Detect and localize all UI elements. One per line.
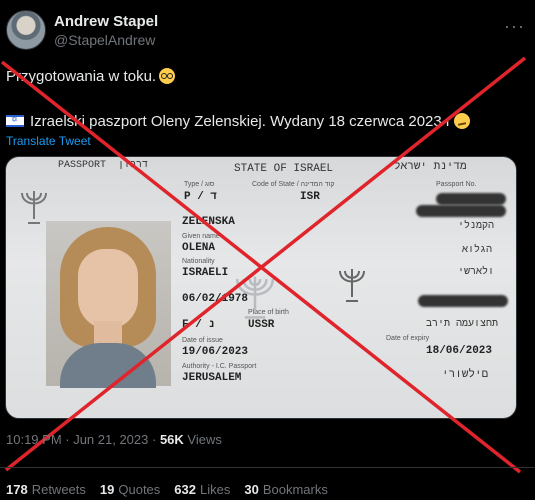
code-value: ISR bbox=[300, 191, 320, 203]
passport-header-hebrew: דרכון bbox=[118, 160, 149, 171]
passport-state-label: STATE OF ISRAEL bbox=[234, 163, 334, 175]
israel-flag-icon bbox=[6, 115, 24, 127]
nerd-face-emoji-icon bbox=[159, 68, 176, 84]
passport-state-hebrew: מדינת ישראל bbox=[394, 161, 467, 173]
type-label: Type / סוג bbox=[184, 181, 215, 188]
redacted-line-2 bbox=[418, 295, 508, 307]
quotes-stat[interactable]: 19 Quotes bbox=[100, 482, 160, 497]
type-value: P / ד bbox=[184, 191, 218, 203]
hebrew-line-2: הגלוא bbox=[462, 245, 493, 256]
tweet-text-line-2: Izraelski paszport Oleny Zelenskiej. Wyd… bbox=[6, 113, 470, 130]
given-name-label: Given name bbox=[182, 233, 220, 240]
code-label: Code of State / קוד המדינה bbox=[252, 181, 335, 188]
more-options-icon[interactable]: ··· bbox=[504, 16, 525, 37]
nationality-label: Nationality bbox=[182, 258, 215, 265]
date-of-issue-value: 19/06/2023 bbox=[182, 346, 249, 358]
given-name-value: OLENA bbox=[182, 242, 216, 254]
tweet-header: Andrew Stapel @StapelAndrew bbox=[6, 8, 158, 52]
authority-value: JERUSALEM bbox=[182, 372, 242, 384]
tweet-meta: 10:19 PM · Jun 21, 2023 · 56K Views bbox=[6, 432, 222, 447]
tweet-image-passport[interactable]: PASSPORT דרכון STATE OF ISRAEL מדינת ישר… bbox=[5, 156, 517, 419]
hebrew-line-1: הקמנלי bbox=[458, 221, 495, 232]
author-names: Andrew Stapel @StapelAndrew bbox=[54, 13, 158, 48]
likes-stat[interactable]: 632 Likes bbox=[174, 482, 230, 497]
authority-label: Authority - I.C. Passport bbox=[182, 363, 257, 370]
tweet-text-1: Przygotowania w toku. bbox=[6, 68, 157, 85]
retweets-stat[interactable]: 178 Retweets bbox=[6, 482, 86, 497]
passport-header-label: PASSPORT bbox=[58, 160, 107, 171]
author-display-name[interactable]: Andrew Stapel bbox=[54, 13, 158, 30]
sex-value: F / נ bbox=[182, 319, 216, 331]
smirk-emoji-icon bbox=[453, 113, 470, 129]
views-count: 56K bbox=[159, 432, 184, 447]
surname-value: ZELENSKA bbox=[182, 216, 235, 228]
hebrew-line-5: םילשורי bbox=[442, 369, 489, 381]
date-of-expiry-value: 18/06/2023 bbox=[426, 345, 493, 357]
author-handle[interactable]: @StapelAndrew bbox=[54, 32, 158, 48]
date-of-expiry-label: Date of expiry bbox=[386, 335, 430, 342]
redacted-line-1 bbox=[416, 205, 506, 217]
hebrew-line-3: ולארשי bbox=[458, 267, 495, 278]
menorah-small-icon bbox=[339, 269, 365, 302]
date-of-issue-label: Date of issue bbox=[182, 337, 223, 344]
views-label: Views bbox=[187, 432, 222, 447]
translate-tweet-link[interactable]: Translate Tweet bbox=[6, 134, 91, 148]
tweet-text-2: Izraelski paszport Oleny Zelenskiej. Wyd… bbox=[30, 113, 451, 130]
avatar[interactable] bbox=[6, 10, 46, 50]
passport-no-label: Passport No. bbox=[436, 181, 477, 188]
menorah-watermark-icon bbox=[235, 276, 275, 319]
tweet-text-line-1: Przygotowania w toku. bbox=[6, 68, 176, 85]
redacted-passport-no bbox=[436, 193, 506, 205]
divider bbox=[0, 467, 535, 468]
passport-photo bbox=[46, 221, 171, 388]
bookmarks-stat[interactable]: 30 Bookmarks bbox=[244, 482, 328, 497]
tweet-stats: 178 Retweets 19 Quotes 632 Likes 30 Bookmark… bbox=[6, 482, 328, 497]
hebrew-line-4: תחצועמה תירב bbox=[426, 319, 499, 330]
tweet-timestamp[interactable]: 10:19 PM · Jun 21, 2023 · bbox=[6, 432, 156, 447]
